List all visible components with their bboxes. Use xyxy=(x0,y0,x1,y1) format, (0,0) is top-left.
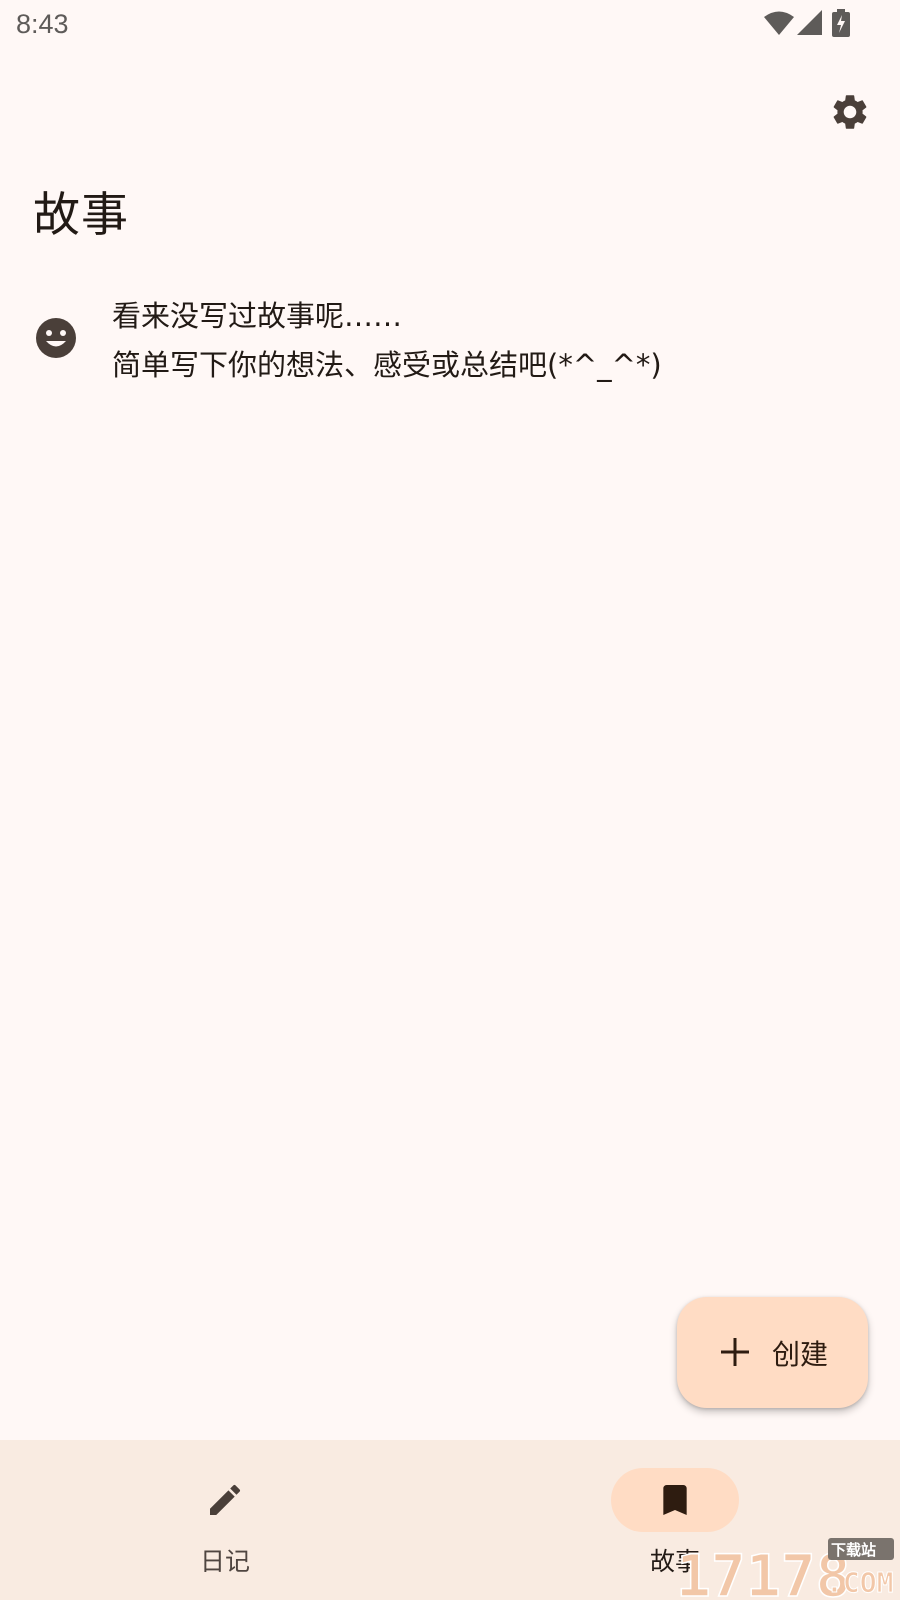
nav-label-diary: 日记 xyxy=(199,1547,250,1576)
smiley-icon xyxy=(36,318,76,358)
wifi-icon xyxy=(764,11,794,35)
plus-icon xyxy=(721,1338,749,1366)
battery-charging-icon xyxy=(832,9,850,37)
nav-item-diary[interactable]: 日记 xyxy=(75,1440,375,1600)
page-title: 故事 xyxy=(33,188,129,243)
watermark-suffix: .COM xyxy=(826,1566,893,1599)
watermark-number: 17178 xyxy=(676,1542,851,1600)
site-watermark-logo: 17178 下载站 .COM xyxy=(676,1538,894,1600)
create-button-label: 创建 xyxy=(772,1338,829,1371)
signal-icon xyxy=(797,10,822,35)
status-time: 8:43 xyxy=(16,9,69,39)
watermark-badge: 下载站 xyxy=(831,1541,876,1559)
gear-icon xyxy=(833,95,867,129)
bookmark-icon xyxy=(663,1485,687,1515)
pencil-icon xyxy=(210,1484,241,1515)
create-button[interactable]: 创建 xyxy=(677,1297,868,1408)
empty-message-line-1: 看来没写过故事呢…… xyxy=(112,299,403,333)
screen: 8:43 故事 看来没写过故事呢…… 简单写下你的想法、感受或总结吧(*^_^*… xyxy=(0,0,900,1600)
settings-button[interactable] xyxy=(826,88,874,136)
empty-message-line-2: 简单写下你的想法、感受或总结吧(*^_^*) xyxy=(112,348,662,382)
status-bar: 8:43 xyxy=(0,0,900,52)
